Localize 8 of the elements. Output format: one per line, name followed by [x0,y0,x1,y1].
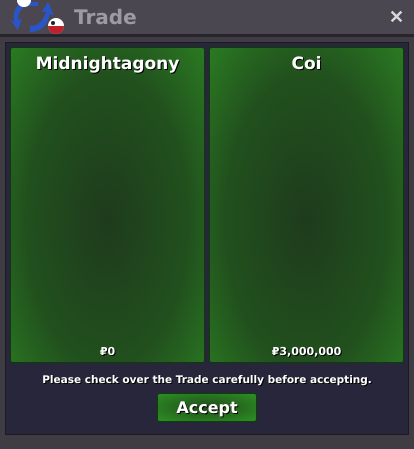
trainer-name: Midnightagony [36,54,180,74]
accept-button[interactable]: Accept [157,393,257,422]
window-title: Trade [74,5,138,29]
trainer-name: Coi [292,54,322,74]
money-amount: ₽0 [100,345,116,358]
close-button[interactable]: ✕ [387,8,406,26]
money-amount: ₽3,000,000 [272,345,342,358]
notice-text: Please check over the Trade carefully before accepting. [42,374,372,386]
